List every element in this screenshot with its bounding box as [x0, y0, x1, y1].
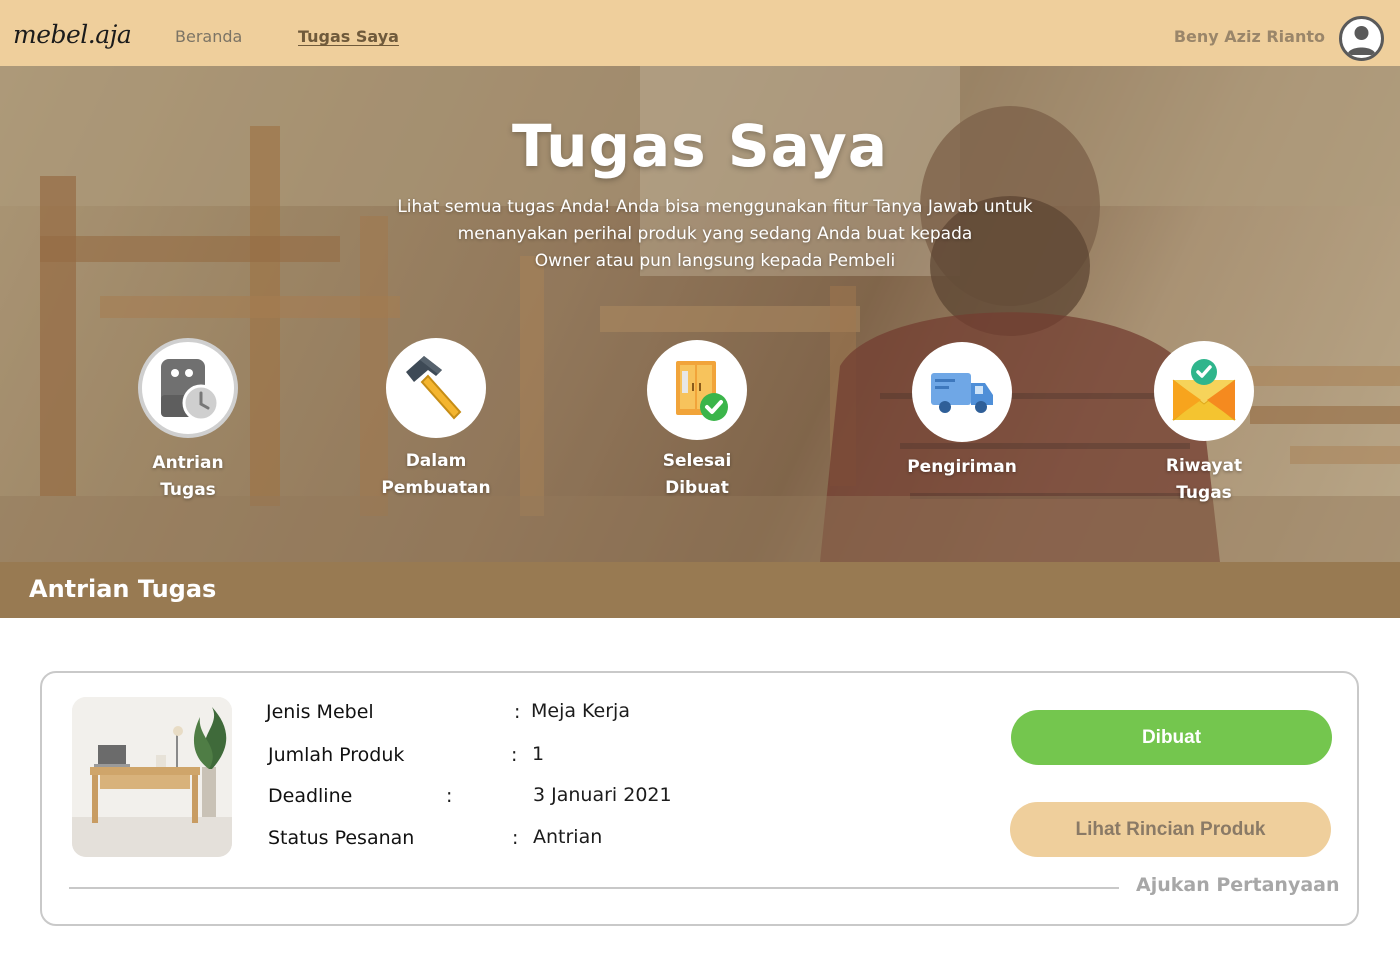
divider: [69, 887, 1119, 889]
envelope-check-icon: [1154, 341, 1254, 441]
field-value-jenis-mebel: Meja Kerja: [531, 700, 630, 722]
hammer-icon: [386, 338, 486, 438]
category-riwayat-tugas[interactable]: Riwayat Tugas: [1114, 341, 1294, 507]
subtitle-line: Lihat semua tugas Anda! Anda bisa menggu…: [397, 197, 1033, 217]
lihat-rincian-produk-button[interactable]: Lihat Rincian Produk: [1010, 802, 1331, 857]
category-label: Selesai Dibuat: [662, 451, 732, 498]
field-separator: :: [511, 744, 518, 766]
top-navbar: mebel.aja Beranda Tugas Saya Beny Aziz R…: [0, 0, 1400, 66]
category-label: Dalam Pembuatan: [381, 451, 491, 498]
page-subtitle: Lihat semua tugas Anda! Anda bisa menggu…: [360, 194, 1070, 275]
section-title: Antrian Tugas: [29, 575, 217, 603]
nav-link-tugas-saya[interactable]: Tugas Saya: [298, 27, 399, 46]
avatar[interactable]: [1339, 16, 1384, 61]
subtitle-line: Owner atau pun langsung kepada Pembeli: [534, 251, 896, 271]
field-label-jenis-mebel: Jenis Mebel: [266, 701, 374, 723]
truck-icon: [912, 342, 1012, 442]
field-separator: :: [514, 701, 521, 723]
field-label-status-pesanan: Status Pesanan: [268, 827, 415, 849]
subtitle-line: menanyakan perihal produk yang sedang An…: [457, 224, 973, 244]
field-separator: :: [446, 785, 453, 807]
wardrobe-check-icon: [647, 340, 747, 440]
field-value-deadline: 3 Januari 2021: [533, 784, 672, 806]
dibuat-button[interactable]: Dibuat: [1011, 710, 1332, 765]
field-label-deadline: Deadline: [268, 785, 353, 807]
category-selesai-dibuat[interactable]: Selesai Dibuat: [607, 340, 787, 502]
desk-product-image: [72, 697, 232, 857]
brand-logo[interactable]: mebel.aja: [13, 20, 132, 49]
field-separator: :: [512, 827, 519, 849]
ajukan-pertanyaan-link[interactable]: Ajukan Pertanyaan: [1136, 874, 1340, 896]
product-thumbnail[interactable]: [72, 697, 232, 857]
nav-link-beranda[interactable]: Beranda: [175, 27, 242, 46]
category-label: Pengiriman: [907, 457, 1017, 477]
category-pengiriman[interactable]: Pengiriman: [872, 342, 1052, 481]
queue-clock-icon: [138, 338, 238, 438]
user-name[interactable]: Beny Aziz Rianto: [1174, 27, 1325, 46]
category-label: Riwayat Tugas: [1165, 456, 1243, 503]
category-label: Antrian Tugas: [152, 453, 224, 500]
field-value-jumlah-produk: 1: [532, 743, 545, 765]
field-value-status-pesanan: Antrian: [533, 826, 603, 848]
category-antrian-tugas[interactable]: Antrian Tugas: [98, 338, 278, 504]
page-title: Tugas Saya: [512, 112, 888, 180]
category-dalam-pembuatan[interactable]: Dalam Pembuatan: [346, 338, 526, 502]
user-avatar-icon: [1347, 26, 1376, 55]
field-label-jumlah-produk: Jumlah Produk: [268, 744, 405, 766]
